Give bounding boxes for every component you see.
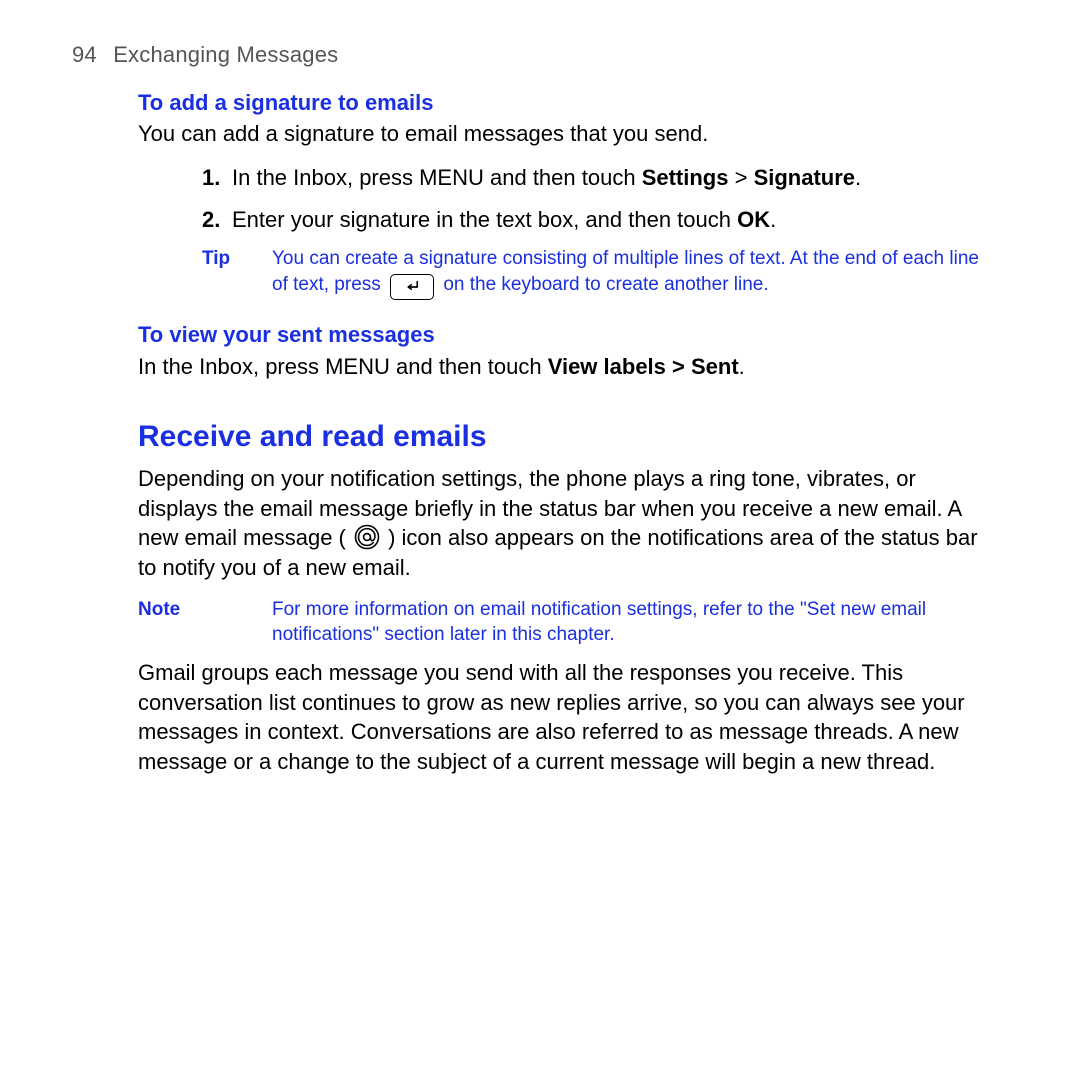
page-header: 94 Exchanging Messages	[72, 40, 984, 70]
tip-label: Tip	[202, 246, 272, 300]
tip-block: Tip You can create a signature consistin…	[72, 246, 984, 300]
signature-intro: You can add a signature to email message…	[72, 119, 984, 149]
signature-steps: 1. In the Inbox, press MENU and then tou…	[72, 163, 984, 234]
note-block: Note For more information on email notif…	[72, 597, 984, 648]
note-label: Note	[138, 597, 272, 648]
list-item: 2. Enter your signature in the text box,…	[202, 205, 984, 235]
list-marker: 2.	[202, 205, 232, 235]
heading-add-signature: To add a signature to emails	[72, 88, 984, 118]
list-item: 1. In the Inbox, press MENU and then tou…	[202, 163, 984, 193]
view-sent-body: In the Inbox, press MENU and then touch …	[72, 352, 984, 382]
chapter-title: Exchanging Messages	[113, 42, 338, 67]
tip-body: You can create a signature consisting of…	[272, 246, 984, 300]
note-body: For more information on email notificati…	[272, 597, 984, 648]
receive-paragraph-1: Depending on your notification settings,…	[72, 464, 984, 583]
heading-receive-read: Receive and read emails	[72, 417, 984, 458]
list-marker: 1.	[202, 163, 232, 193]
list-text: In the Inbox, press MENU and then touch …	[232, 163, 984, 193]
receive-paragraph-2: Gmail groups each message you send with …	[72, 658, 984, 777]
page-number: 94	[72, 42, 97, 67]
enter-key-icon	[390, 274, 434, 300]
list-text: Enter your signature in the text box, an…	[232, 205, 984, 235]
heading-view-sent: To view your sent messages	[72, 320, 984, 350]
new-email-at-icon	[354, 524, 380, 550]
